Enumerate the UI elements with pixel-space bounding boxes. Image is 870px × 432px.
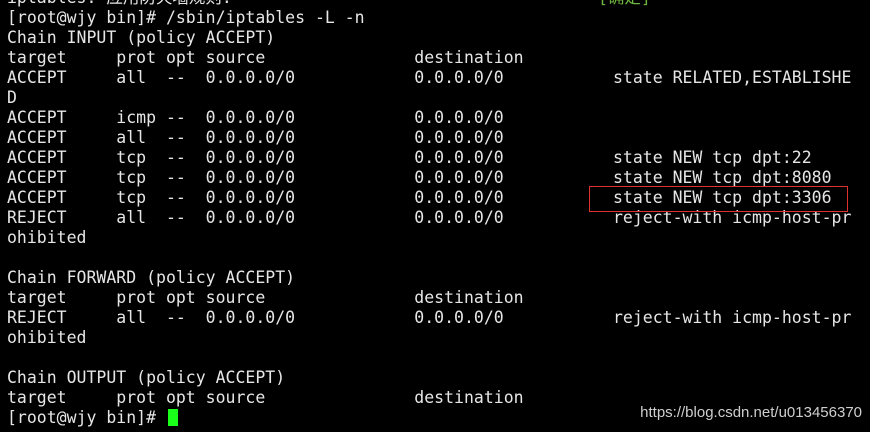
prompt-text: [root@wjy bin]# <box>7 408 166 427</box>
watermark-url: https://blog.csdn.net/u013456370 <box>640 404 862 421</box>
rule-row: REJECT all -- 0.0.0.0/0 0.0.0.0/0 reject… <box>7 308 852 327</box>
red-highlight-box <box>589 186 848 212</box>
rule-row: ACCEPT all -- 0.0.0.0/0 0.0.0.0/0 state … <box>7 68 852 87</box>
text-cursor <box>167 409 178 426</box>
column-header-row: target prot opt source destination <box>7 388 524 407</box>
chain-output-header: Chain OUTPUT (policy ACCEPT) <box>7 368 286 387</box>
cut-off-ok-status: [确定] <box>598 0 651 8</box>
chain-forward-header: Chain FORWARD (policy ACCEPT) <box>7 268 296 287</box>
prompt-line[interactable]: [root@wjy bin]# <box>7 408 178 428</box>
rule-row: ACCEPT icmp -- 0.0.0.0/0 0.0.0.0/0 <box>7 108 504 127</box>
prompt-command-line: [root@wjy bin]# /sbin/iptables -L -n <box>7 8 365 27</box>
terminal-window[interactable]: iptables: 应用防火墙规则: [确定] [root@wjy bin]# … <box>0 0 870 432</box>
rule-row-wrap: D <box>7 88 17 107</box>
column-header-row: target prot opt source destination <box>7 48 524 67</box>
cut-off-previous-line: iptables: 应用防火墙规则: <box>7 0 232 8</box>
column-header-row: target prot opt source destination <box>7 288 524 307</box>
rule-row: ACCEPT all -- 0.0.0.0/0 0.0.0.0/0 <box>7 128 504 147</box>
chain-input-header: Chain INPUT (policy ACCEPT) <box>7 28 276 47</box>
rule-row-wrap: ohibited <box>7 328 87 347</box>
rule-row-wrap: ohibited <box>7 228 87 247</box>
rule-row: ACCEPT tcp -- 0.0.0.0/0 0.0.0.0/0 state … <box>7 148 812 167</box>
rule-row: ACCEPT tcp -- 0.0.0.0/0 0.0.0.0/0 state … <box>7 168 832 187</box>
